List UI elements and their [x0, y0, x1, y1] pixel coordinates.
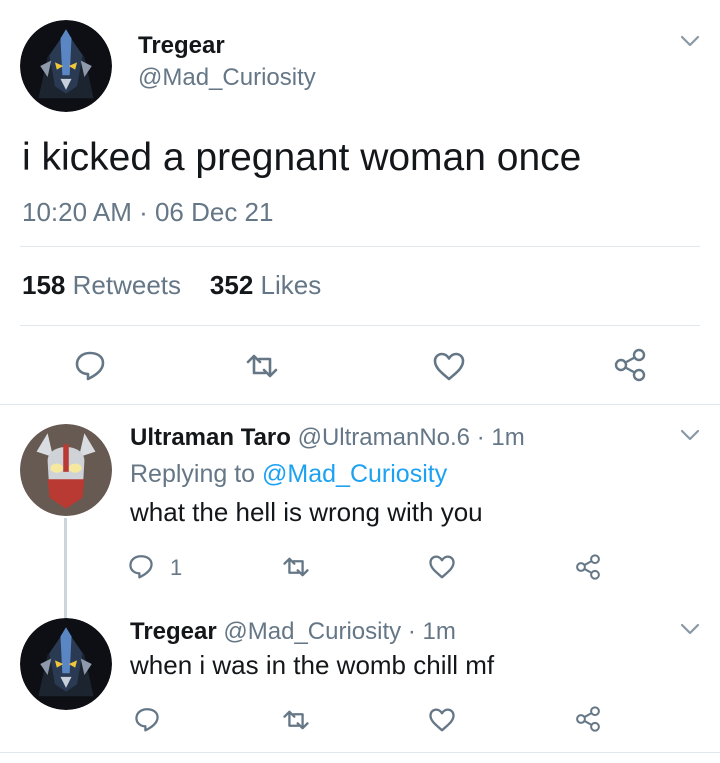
replying-to: Replying to @Mad_Curiosity	[130, 460, 447, 489]
heart-icon[interactable]	[428, 707, 456, 732]
thread-line	[64, 518, 67, 618]
retweets-count: 158	[22, 270, 66, 300]
divider	[0, 752, 720, 753]
reply-author-name[interactable]: Ultraman Taro	[130, 424, 291, 451]
share-icon[interactable]	[574, 705, 602, 733]
retweets-label: Retweets	[72, 270, 182, 300]
retweets-stat[interactable]: 158 Retweets	[22, 270, 181, 300]
likes-stat[interactable]: 352 Likes	[210, 270, 321, 300]
reply-count: 1	[170, 555, 183, 580]
reply-time[interactable]: 1m	[491, 424, 524, 451]
avatar-tregear-main[interactable]	[20, 20, 112, 112]
reply-icon[interactable]	[74, 349, 106, 381]
reply-icon[interactable]	[128, 553, 154, 579]
reply-author-name[interactable]: Tregear	[130, 618, 217, 645]
author-name[interactable]: Tregear	[138, 32, 225, 60]
heart-icon[interactable]	[432, 351, 466, 381]
likes-label: Likes	[260, 270, 322, 300]
reply-header: Tregear @Mad_Curiosity · 1m	[130, 618, 456, 646]
tweet-stats: 158 Retweets 352 Likes	[22, 270, 321, 301]
separator: ·	[407, 618, 416, 645]
reply-text: what the hell is wrong with you	[130, 497, 483, 527]
avatar-tregear-reply[interactable]	[20, 618, 112, 710]
tweet-text: i kicked a pregnant woman once	[22, 136, 582, 179]
reply-icon[interactable]	[134, 706, 160, 732]
reply-header: Ultraman Taro @UltramanNo.6 · 1m	[130, 424, 525, 452]
retweet-icon[interactable]	[282, 556, 310, 578]
separator: ·	[476, 424, 485, 451]
reply-author-handle[interactable]: @Mad_Curiosity	[223, 618, 401, 645]
reply-text: when i was in the womb chill mf	[130, 650, 495, 680]
reply-time[interactable]: 1m	[422, 618, 455, 645]
avatar-ultraman-taro[interactable]	[20, 424, 112, 516]
replying-mention[interactable]: @Mad_Curiosity	[262, 460, 447, 488]
heart-icon[interactable]	[428, 554, 456, 579]
chevron-down-icon[interactable]	[680, 34, 700, 54]
likes-count: 352	[209, 270, 254, 300]
author-handle[interactable]: @Mad_Curiosity	[138, 64, 316, 92]
divider	[0, 404, 720, 405]
share-icon[interactable]	[574, 553, 602, 581]
retweet-icon[interactable]	[282, 709, 310, 731]
divider	[20, 246, 700, 247]
retweet-icon[interactable]	[245, 353, 279, 379]
chevron-down-icon[interactable]	[680, 622, 700, 642]
tweet-timestamp[interactable]: 10:20 AM · 06 Dec 21	[22, 197, 273, 228]
replying-prefix: Replying to	[130, 460, 256, 488]
chevron-down-icon[interactable]	[680, 428, 700, 448]
share-icon[interactable]	[612, 347, 648, 383]
reply-author-handle[interactable]: @UltramanNo.6	[298, 424, 470, 451]
divider	[20, 325, 700, 326]
